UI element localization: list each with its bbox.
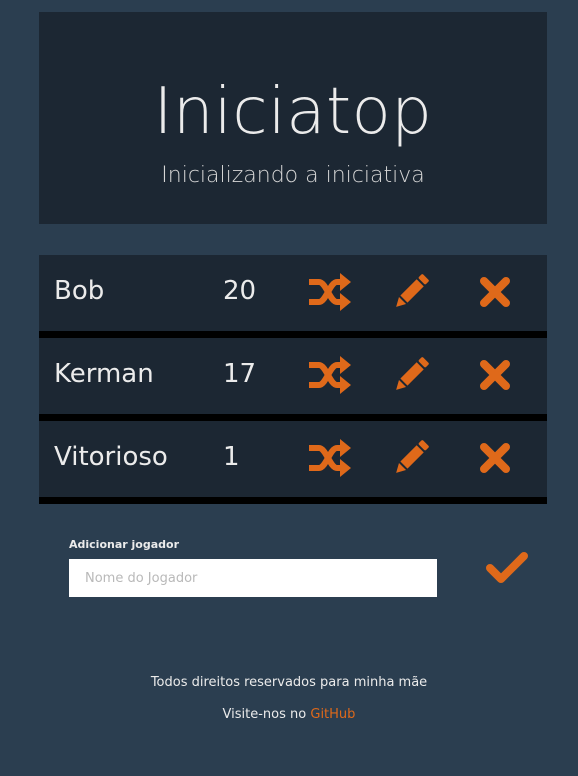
player-name: Bob [54, 276, 105, 306]
remove-button[interactable] [471, 437, 519, 479]
player-name-input[interactable] [69, 559, 437, 597]
random-icon [309, 273, 351, 311]
close-icon [480, 360, 510, 390]
player-name: Kerman [54, 359, 154, 389]
footer-visit-line: Visite-nos no GitHub [0, 706, 578, 724]
pencil-icon [396, 440, 429, 473]
player-list: Bob 20 Kerman 17 Vitorioso 1 [39, 255, 547, 504]
shuffle-button[interactable] [305, 354, 353, 396]
close-icon [480, 277, 510, 307]
player-row: Bob 20 [39, 255, 547, 338]
confirm-add-button[interactable] [483, 548, 531, 588]
footer-visit-text: Visite-nos no [222, 707, 307, 722]
player-row: Vitorioso 1 [39, 421, 547, 504]
hero-panel: Iniciatop Inicializando a iniciativa [39, 12, 547, 224]
github-link[interactable]: GitHub [310, 707, 355, 722]
page-subtitle: Inicializando a iniciativa [161, 163, 425, 188]
footer: Todos direitos reservados para minha mãe… [0, 674, 578, 724]
remove-button[interactable] [471, 271, 519, 313]
page-title: Iniciatop [153, 75, 433, 149]
close-icon [480, 443, 510, 473]
shuffle-button[interactable] [305, 437, 353, 479]
player-initiative: 20 [223, 276, 257, 306]
pencil-icon [396, 357, 429, 390]
shuffle-button[interactable] [305, 271, 353, 313]
edit-button[interactable] [387, 354, 435, 396]
add-player-label: Adicionar jogador [69, 538, 179, 551]
player-initiative: 1 [223, 442, 240, 472]
footer-rights-text: Todos direitos reservados para minha mãe [150, 675, 428, 690]
check-icon [486, 552, 528, 583]
player-initiative: 17 [223, 359, 257, 389]
player-name: Vitorioso [54, 442, 168, 472]
edit-button[interactable] [387, 437, 435, 479]
remove-button[interactable] [471, 354, 519, 396]
random-icon [309, 439, 351, 477]
edit-button[interactable] [387, 271, 435, 313]
player-row: Kerman 17 [39, 338, 547, 421]
pencil-icon [396, 274, 429, 307]
random-icon [309, 356, 351, 394]
